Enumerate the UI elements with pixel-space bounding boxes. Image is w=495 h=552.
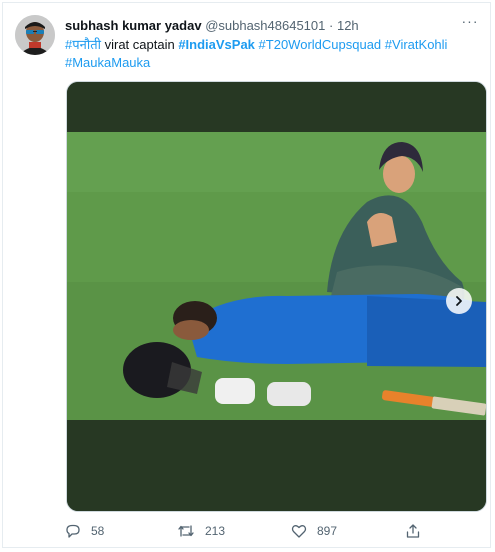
tweet-plain-text: virat captain bbox=[100, 37, 179, 52]
like-button[interactable]: 897 bbox=[291, 523, 337, 539]
hashtag-link[interactable]: #T20WorldCupsquad bbox=[259, 37, 382, 52]
heart-icon bbox=[291, 525, 307, 538]
avatar-image bbox=[15, 15, 55, 55]
author-handle[interactable]: @subhash48645101 bbox=[205, 18, 325, 33]
author-name[interactable]: subhash kumar yadav bbox=[65, 18, 202, 33]
tweet-actions: 58 213 897 bbox=[65, 523, 465, 543]
hashtag-link[interactable]: #IndiaVsPak bbox=[178, 37, 255, 52]
tweet-header: subhash kumar yadav @subhash48645101 · 1… bbox=[65, 17, 359, 34]
hashtag-link[interactable]: #पनौती bbox=[65, 37, 101, 52]
media-photo bbox=[67, 82, 486, 511]
tweet-card[interactable]: subhash kumar yadav @subhash48645101 · 1… bbox=[2, 2, 491, 548]
share-button[interactable] bbox=[405, 523, 421, 539]
tweet-text: #पनौती virat captain #IndiaVsPak #T20Wor… bbox=[65, 36, 475, 72]
share-icon bbox=[406, 524, 420, 538]
reply-icon bbox=[66, 524, 80, 538]
separator: · bbox=[329, 18, 334, 33]
retweet-button[interactable]: 213 bbox=[177, 523, 225, 539]
tweet-time[interactable]: 12h bbox=[337, 18, 359, 33]
retweet-count: 213 bbox=[205, 524, 226, 538]
next-image-button[interactable] bbox=[446, 288, 472, 314]
more-options-icon[interactable]: ··· bbox=[460, 13, 480, 29]
chevron-right-icon bbox=[456, 296, 462, 306]
retweet-icon bbox=[178, 525, 194, 537]
like-count: 897 bbox=[317, 524, 338, 538]
tweet-media[interactable] bbox=[66, 81, 487, 512]
hashtag-link[interactable]: #MaukaMauka bbox=[65, 55, 150, 70]
reply-button[interactable]: 58 bbox=[65, 523, 104, 539]
reply-count: 58 bbox=[91, 524, 105, 538]
avatar[interactable] bbox=[15, 15, 55, 55]
hashtag-link[interactable]: #ViratKohli bbox=[385, 37, 448, 52]
